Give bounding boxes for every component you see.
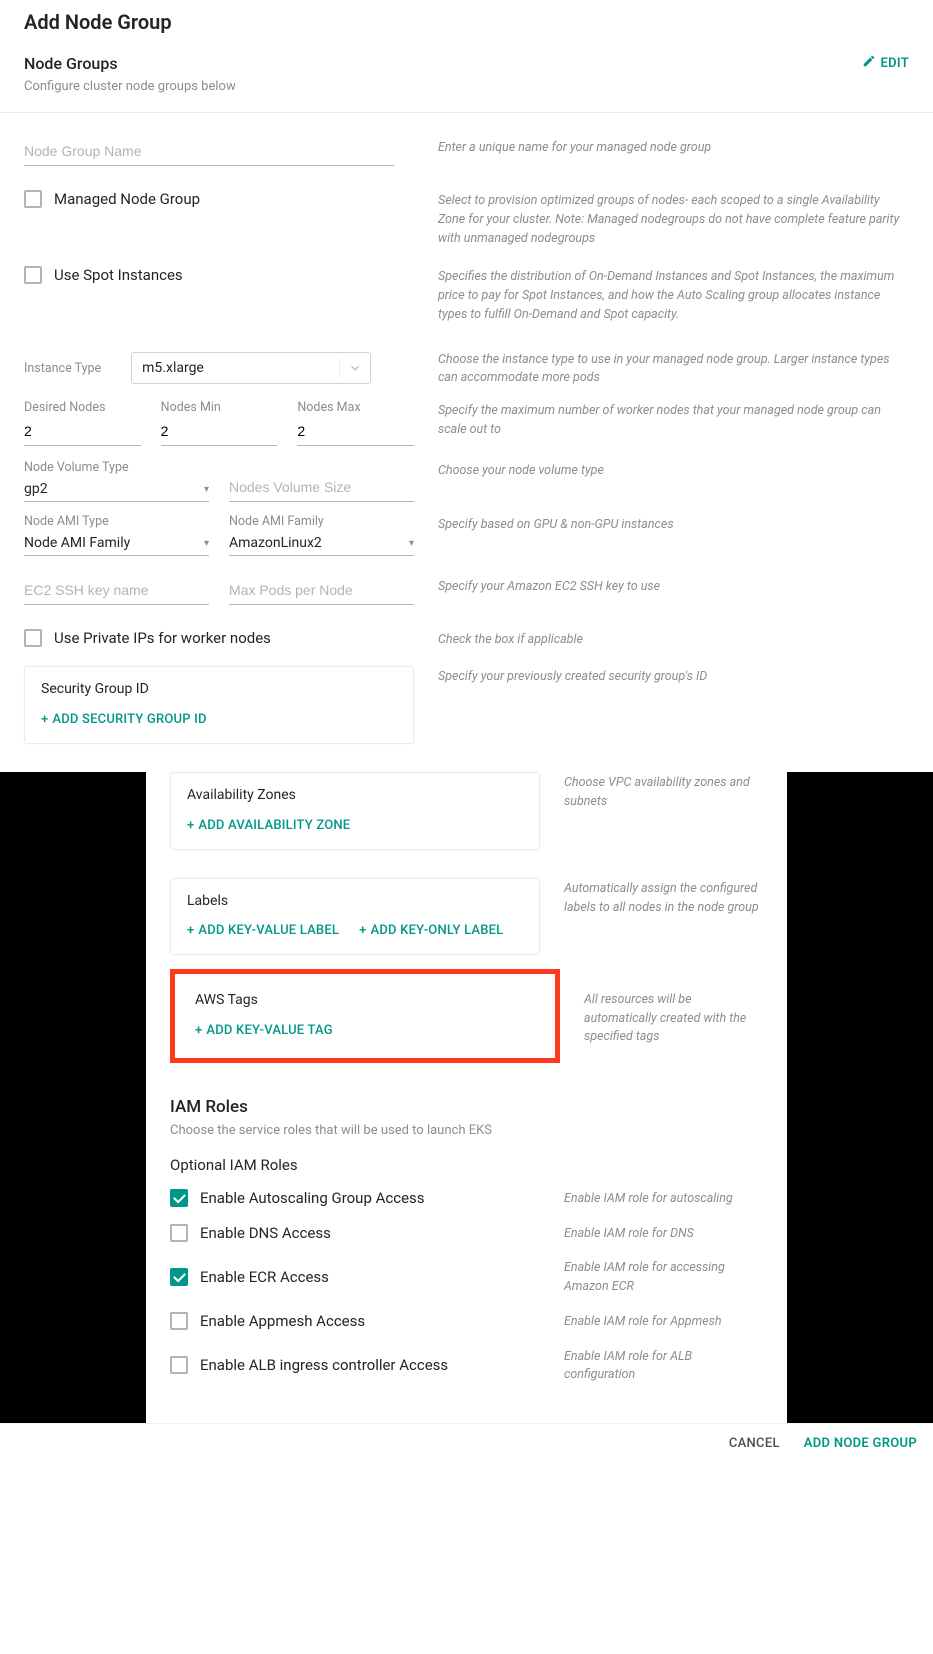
add-kv-label-text: ADD KEY-VALUE LABEL (198, 923, 339, 938)
iam-role-help-1: Enable IAM role for DNS (564, 1223, 763, 1244)
page-title: Add Node Group (24, 10, 909, 34)
spot-label: Use Spot Instances (54, 266, 183, 284)
section-node-groups-title: Node Groups (24, 54, 118, 73)
help-aws-tags: All resources will be automatically crea… (584, 969, 763, 1047)
ec2-ssh-key-input[interactable] (24, 576, 209, 605)
iam-subtitle: Choose the service roles that will be us… (170, 1123, 763, 1138)
spot-checkbox[interactable] (24, 266, 42, 284)
nodes-max-input[interactable] (297, 417, 414, 446)
iam-role-checkbox-3[interactable] (170, 1312, 188, 1330)
security-group-title: Security Group ID (41, 681, 397, 697)
node-volume-type-value: gp2 (24, 481, 48, 497)
add-aws-tag-label: ADD KEY-VALUE TAG (206, 1023, 332, 1038)
iam-role-label-3: Enable Appmesh Access (200, 1312, 365, 1330)
plus-icon: + (359, 923, 366, 938)
labels-card: Labels + ADD KEY-VALUE LABEL + ADD KEY-ONL… (170, 878, 540, 955)
iam-role-checkbox-1[interactable] (170, 1224, 188, 1242)
instance-type-label: Instance Type (24, 361, 101, 376)
iam-role-label-1: Enable DNS Access (200, 1224, 331, 1242)
add-security-group-button[interactable]: + ADD SECURITY GROUP ID (41, 712, 207, 727)
add-aws-tag-button[interactable]: + ADD KEY-VALUE TAG (195, 1023, 333, 1038)
edit-button[interactable]: EDIT (862, 54, 909, 72)
node-volume-type-label: Node Volume Type (24, 460, 209, 475)
plus-icon: + (187, 818, 194, 833)
add-security-group-label: ADD SECURITY GROUP ID (52, 712, 206, 727)
iam-role-checkbox-4[interactable] (170, 1356, 188, 1374)
iam-role-label-2: Enable ECR Access (200, 1268, 329, 1286)
help-security-group: Specify your previously created security… (438, 666, 909, 687)
node-ami-family-select[interactable]: AmazonLinux2 ▾ (229, 531, 414, 556)
iam-role-checkbox-0[interactable] (170, 1189, 188, 1207)
plus-icon: + (195, 1023, 202, 1038)
caret-down-icon: ▾ (409, 538, 414, 549)
nodes-volume-size-input[interactable] (229, 473, 414, 502)
node-volume-type-select[interactable]: gp2 ▾ (24, 477, 209, 502)
node-ami-type-label: Node AMI Type (24, 514, 209, 529)
managed-checkbox[interactable] (24, 190, 42, 208)
iam-role-help-0: Enable IAM role for autoscaling (564, 1188, 763, 1209)
desired-nodes-input[interactable] (24, 417, 141, 446)
pencil-icon (862, 54, 876, 72)
node-ami-type-select[interactable]: Node AMI Family ▾ (24, 531, 209, 556)
iam-role-checkbox-2[interactable] (170, 1268, 188, 1286)
aws-tags-highlight: AWS Tags + ADD KEY-VALUE TAG (170, 969, 560, 1063)
edit-button-label: EDIT (880, 56, 909, 71)
node-ami-type-value: Node AMI Family (24, 535, 130, 551)
iam-role-help-4: Enable IAM role for ALB configuration (564, 1346, 763, 1386)
black-sidebar-right (787, 772, 933, 1423)
plus-icon: + (41, 712, 48, 727)
labels-title: Labels (187, 893, 523, 909)
help-private-ips: Check the box if applicable (438, 629, 909, 650)
iam-role-label-0: Enable Autoscaling Group Access (200, 1189, 425, 1207)
help-ami: Specify based on GPU & non-GPU instances (438, 514, 909, 535)
plus-icon: + (187, 923, 194, 938)
node-ami-family-value: AmazonLinux2 (229, 535, 322, 551)
instance-type-select[interactable]: m5.xlarge (131, 352, 371, 384)
availability-zones-title: Availability Zones (187, 787, 523, 803)
iam-role-label-4: Enable ALB ingress controller Access (200, 1356, 448, 1374)
iam-optional-title: Optional IAM Roles (170, 1156, 763, 1174)
iam-role-help-3: Enable IAM role for Appmesh (564, 1311, 763, 1332)
help-spot: Specifies the distribution of On-Demand … (438, 266, 909, 324)
help-nodes-max: Specify the maximum number of worker nod… (438, 400, 909, 440)
help-volume-type: Choose your node volume type (438, 460, 909, 481)
aws-tags-card: AWS Tags + ADD KEY-VALUE TAG (179, 978, 551, 1054)
add-availability-zone-button[interactable]: + ADD AVAILABILITY ZONE (187, 818, 350, 833)
iam-role-help-2: Enable IAM role for accessing Amazon ECR (564, 1257, 763, 1297)
help-instance-type: Choose the instance type to use in your … (438, 349, 909, 389)
node-ami-family-label: Node AMI Family (229, 514, 414, 529)
availability-zones-card: Availability Zones + ADD AVAILABILITY ZON… (170, 772, 540, 850)
security-group-card: Security Group ID + ADD SECURITY GROUP ID (24, 666, 414, 744)
aws-tags-title: AWS Tags (195, 992, 535, 1008)
divider (0, 112, 933, 113)
section-node-groups-subtitle: Configure cluster node groups below (24, 79, 909, 94)
footer-bar: CANCEL ADD NODE GROUP (0, 1423, 933, 1463)
help-managed: Select to provision optimized groups of … (438, 190, 909, 248)
add-node-group-button[interactable]: ADD NODE GROUP (804, 1436, 917, 1451)
add-availability-zone-label: ADD AVAILABILITY ZONE (198, 818, 350, 833)
help-az: Choose VPC availability zones and subnet… (564, 772, 763, 812)
instance-type-value: m5.xlarge (142, 360, 204, 376)
private-ips-checkbox[interactable] (24, 629, 42, 647)
nodes-min-label: Nodes Min (161, 400, 278, 415)
caret-down-icon: ▾ (204, 484, 209, 495)
node-group-name-input[interactable] (24, 137, 394, 166)
add-keyonly-label-text: ADD KEY-ONLY LABEL (371, 923, 504, 938)
cancel-button[interactable]: CANCEL (729, 1436, 780, 1451)
desired-nodes-label: Desired Nodes (24, 400, 141, 415)
caret-down-icon: ▾ (204, 538, 209, 549)
help-ssh: Specify your Amazon EC2 SSH key to use (438, 576, 909, 597)
private-ips-label: Use Private IPs for worker nodes (54, 629, 271, 647)
iam-title: IAM Roles (170, 1097, 763, 1117)
add-kv-label-button[interactable]: + ADD KEY-VALUE LABEL (187, 923, 339, 938)
max-pods-input[interactable] (229, 576, 414, 605)
help-labels: Automatically assign the configured labe… (564, 878, 763, 918)
black-sidebar-left (0, 772, 146, 1423)
add-keyonly-label-button[interactable]: + ADD KEY-ONLY LABEL (359, 923, 503, 938)
help-node-group-name: Enter a unique name for your managed nod… (438, 137, 909, 158)
nodes-min-input[interactable] (161, 417, 278, 446)
managed-label: Managed Node Group (54, 190, 200, 208)
nodes-max-label: Nodes Max (297, 400, 414, 415)
